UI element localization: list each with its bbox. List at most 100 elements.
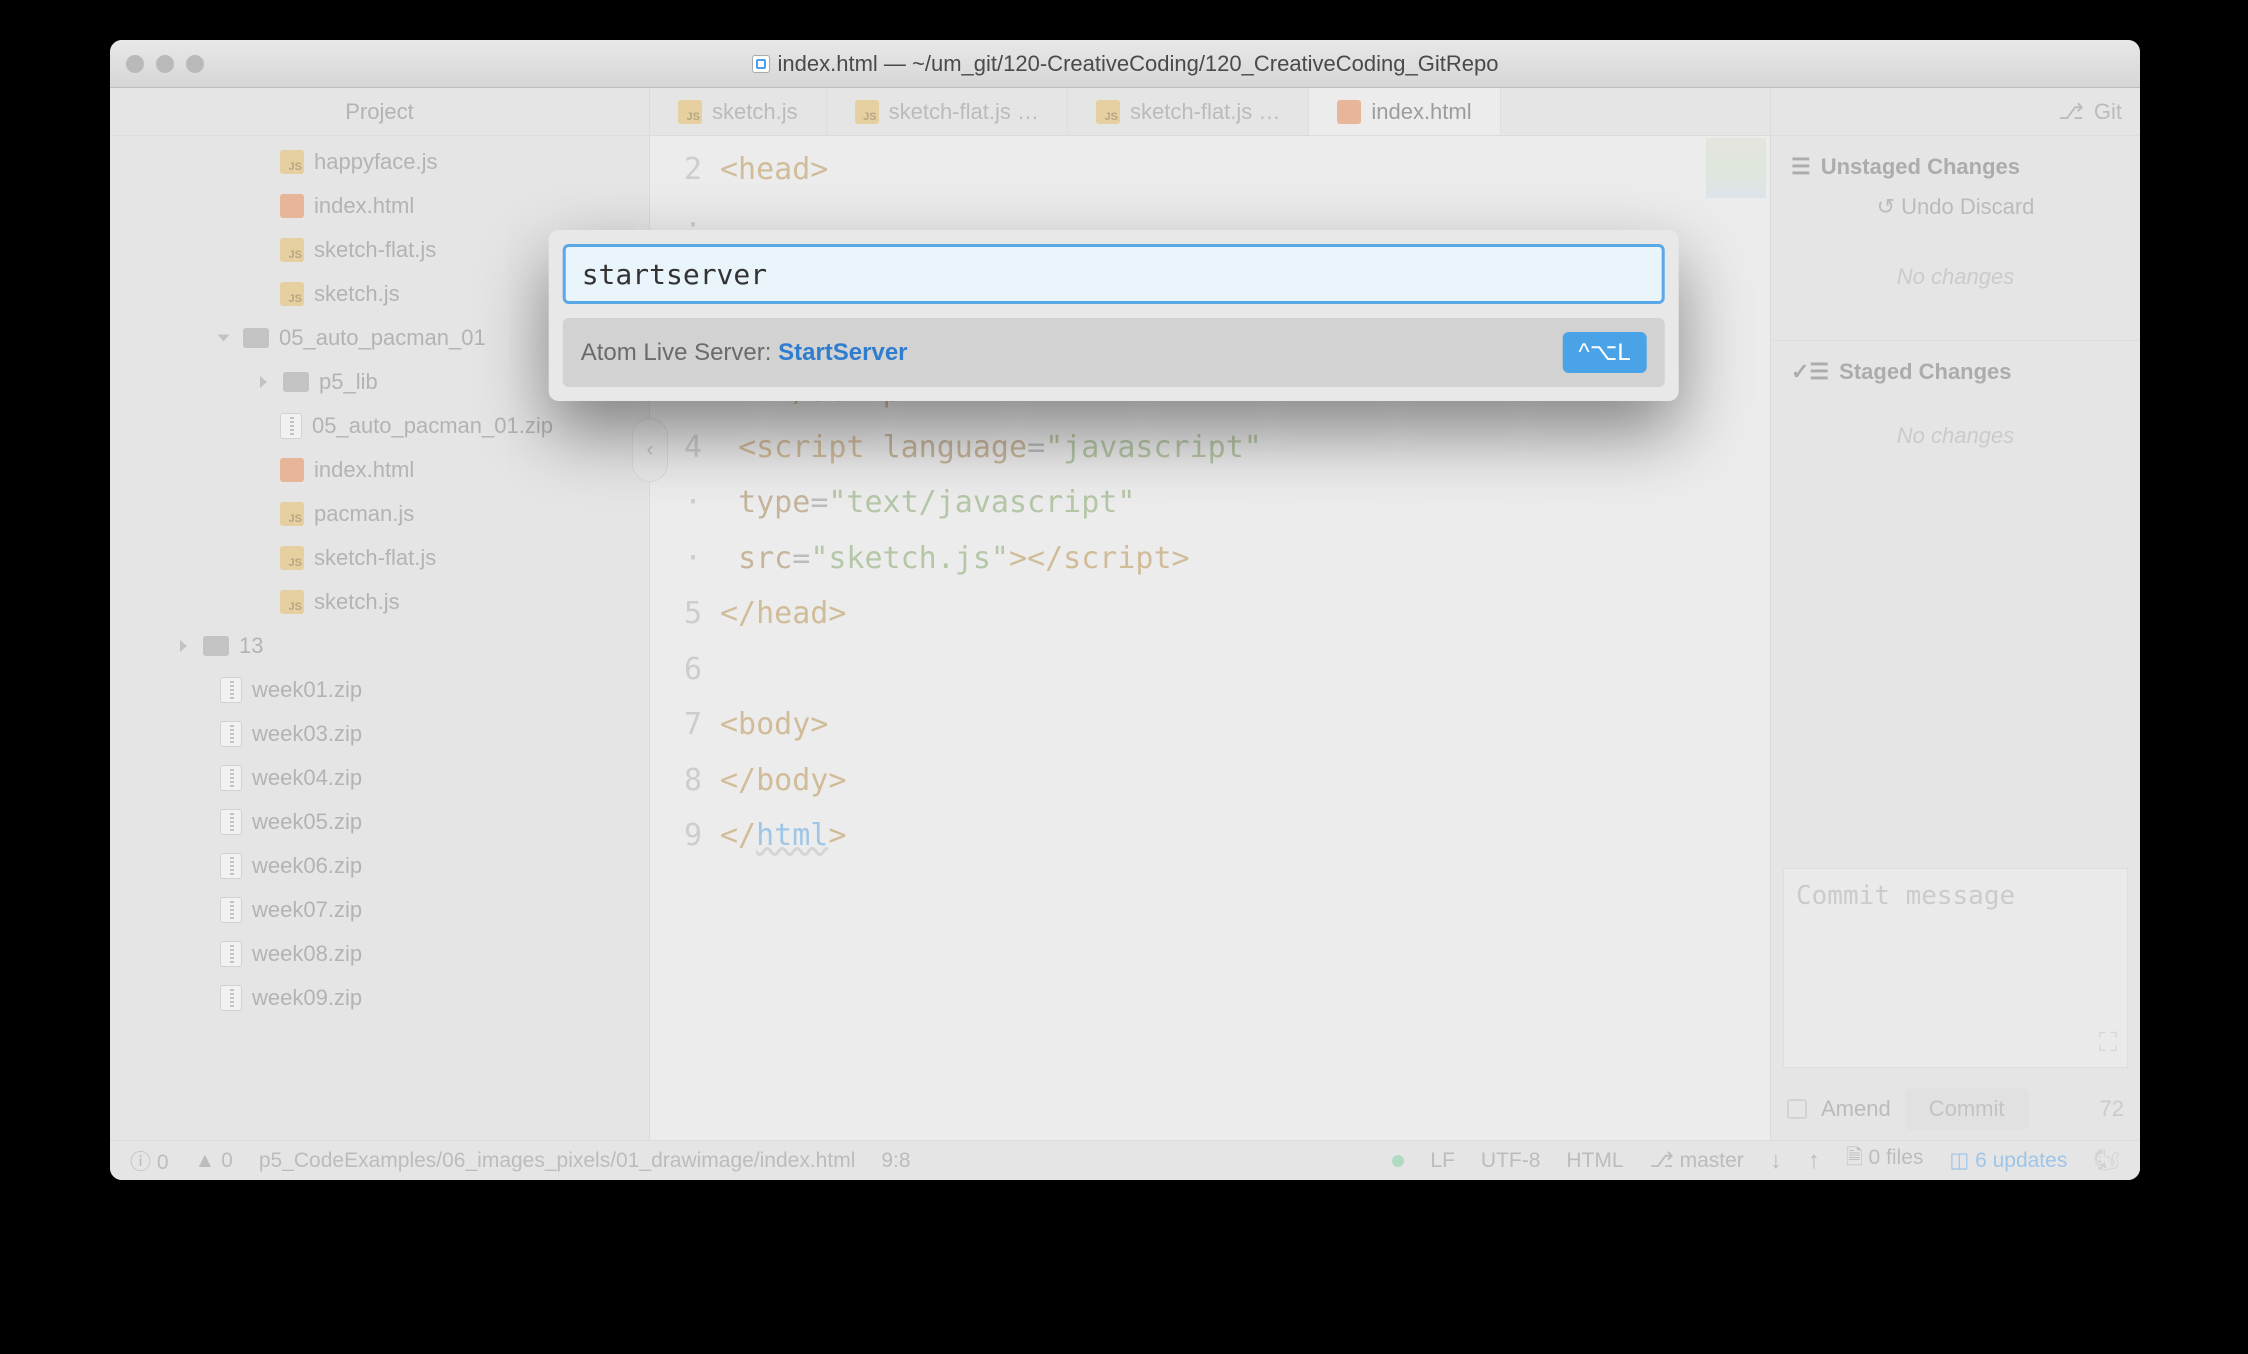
command-palette-result[interactable]: Atom Live Server: StartServer ^⌥L [563,318,1665,387]
editor-tab[interactable]: sketch.js [650,88,827,135]
file-icon [752,55,770,73]
changed-files[interactable]: 🗎 0 files [1846,1143,1924,1178]
staged-empty: No changes [1771,393,2140,499]
result-match: StartServer [778,339,907,366]
package-updates[interactable]: ◫ 6 updates [1949,1148,2067,1173]
staged-header: ✓☰ Staged Changes [1771,340,2140,393]
tree-item-label: 05_auto_pacman_01.zip [312,413,553,439]
zip-icon [220,809,242,835]
encoding[interactable]: UTF-8 [1481,1149,1541,1173]
tree-item[interactable]: week07.zip [110,888,649,932]
editor-tab[interactable]: index.html [1309,88,1500,135]
window-title: index.html — ~/um_git/120-CreativeCoding… [110,51,2140,77]
sidebar-title: Project [110,88,649,136]
js-icon [280,282,304,306]
git-tab-label: Git [2094,99,2122,125]
zip-icon [220,765,242,791]
app-window: index.html — ~/um_git/120-CreativeCoding… [110,40,2140,1180]
pull-icon[interactable]: ↓ [1770,1147,1782,1175]
unstaged-empty: No changes [1771,234,2140,340]
tree-item[interactable]: week06.zip [110,844,649,888]
tree-item-label: 05_auto_pacman_01 [279,325,486,351]
commit-bar: Amend Commit 72 [1771,1078,2140,1140]
minimap[interactable] [1706,138,1766,198]
editor-tab[interactable]: sketch-flat.js … [827,88,1068,135]
push-icon[interactable]: ↑ [1808,1147,1820,1175]
tree-item-label: pacman.js [314,501,414,527]
editor-tab[interactable]: sketch-flat.js … [1068,88,1309,135]
amend-checkbox[interactable] [1787,1099,1807,1119]
undo-discard-button[interactable]: ↺ Undo Discard [1771,188,2140,234]
tree-item[interactable]: week08.zip [110,932,649,976]
html-icon [280,458,304,482]
git-panel: ⎇ Git ☰ Unstaged Changes ↺ Undo Discard … [1770,88,2140,1140]
js-icon [280,238,304,262]
line-ending[interactable]: LF [1430,1149,1455,1173]
zip-icon [220,721,242,747]
error-icon[interactable]: ⓘ 0 [130,1146,169,1176]
tree-item[interactable]: index.html [110,184,649,228]
tree-item[interactable]: index.html [110,448,649,492]
status-dot-icon [1392,1155,1404,1167]
tree-item-label: sketch-flat.js [314,237,436,263]
command-palette-input[interactable] [563,244,1665,304]
html-icon [1337,100,1361,124]
folder-icon [243,328,269,348]
git-tab[interactable]: ⎇ Git [1771,88,2140,136]
editor-tabs[interactable]: sketch.jssketch-flat.js …sketch-flat.js … [650,88,1770,136]
zip-icon [220,853,242,879]
tree-item-label: week08.zip [252,941,362,967]
commit-button[interactable]: Commit [1905,1088,2029,1130]
tree-item[interactable]: sketch.js [110,580,649,624]
tree-item-label: happyface.js [314,149,438,175]
tree-item[interactable]: pacman.js [110,492,649,536]
squirrel-icon[interactable]: 🐿 [2093,1149,2120,1173]
tree-item[interactable]: sketch-flat.js [110,536,649,580]
commit-message-input[interactable]: Commit message ⛶ [1783,868,2128,1068]
panel-collapse-handle[interactable]: ‹ [632,418,668,482]
zip-icon [220,941,242,967]
warning-icon[interactable]: ▲ 0 [195,1149,233,1173]
zip-icon [280,413,302,439]
tree-item-label: week07.zip [252,897,362,923]
tree-item-label: sketch-flat.js [314,545,436,571]
tree-item[interactable]: week01.zip [110,668,649,712]
zip-icon [220,985,242,1011]
tree-item-label: week03.zip [252,721,362,747]
check-icon: ✓☰ [1791,359,1829,385]
status-path[interactable]: p5_CodeExamples/06_images_pixels/01_draw… [259,1149,856,1173]
tree-item[interactable]: week05.zip [110,800,649,844]
tree-item[interactable]: 13 [110,624,649,668]
git-branch[interactable]: ⎇ master [1650,1148,1744,1173]
tree-item[interactable]: 05_auto_pacman_01.zip [110,404,649,448]
zip-icon [220,897,242,923]
amend-label: Amend [1821,1096,1891,1122]
tree-item[interactable]: happyface.js [110,140,649,184]
shortcut-badge: ^⌥L [1562,332,1646,373]
js-icon [1096,100,1120,124]
list-icon: ☰ [1791,154,1811,180]
commit-char-count: 72 [2100,1096,2124,1122]
result-prefix: Atom Live Server: [581,339,778,366]
tree-item-label: index.html [314,457,414,483]
tree-item[interactable]: week03.zip [110,712,649,756]
js-icon [280,590,304,614]
tree-item-label: week05.zip [252,809,362,835]
language-mode[interactable]: HTML [1566,1149,1623,1173]
titlebar: index.html — ~/um_git/120-CreativeCoding… [110,40,2140,88]
folder-icon [203,636,229,656]
js-icon [678,100,702,124]
command-palette: Atom Live Server: StartServer ^⌥L [549,230,1679,401]
tree-item-label: week09.zip [252,985,362,1011]
expand-icon[interactable]: ⛶ [2099,1028,2117,1059]
folder-icon [283,372,309,392]
tree-item-label: week01.zip [252,677,362,703]
cursor-position[interactable]: 9:8 [881,1149,910,1173]
tree-item-label: week04.zip [252,765,362,791]
undo-icon: ↺ [1877,194,1895,219]
js-icon [280,150,304,174]
tree-item[interactable]: week04.zip [110,756,649,800]
tree-item-label: sketch.js [314,281,400,307]
tree-item[interactable]: week09.zip [110,976,649,1020]
zip-icon [220,677,242,703]
